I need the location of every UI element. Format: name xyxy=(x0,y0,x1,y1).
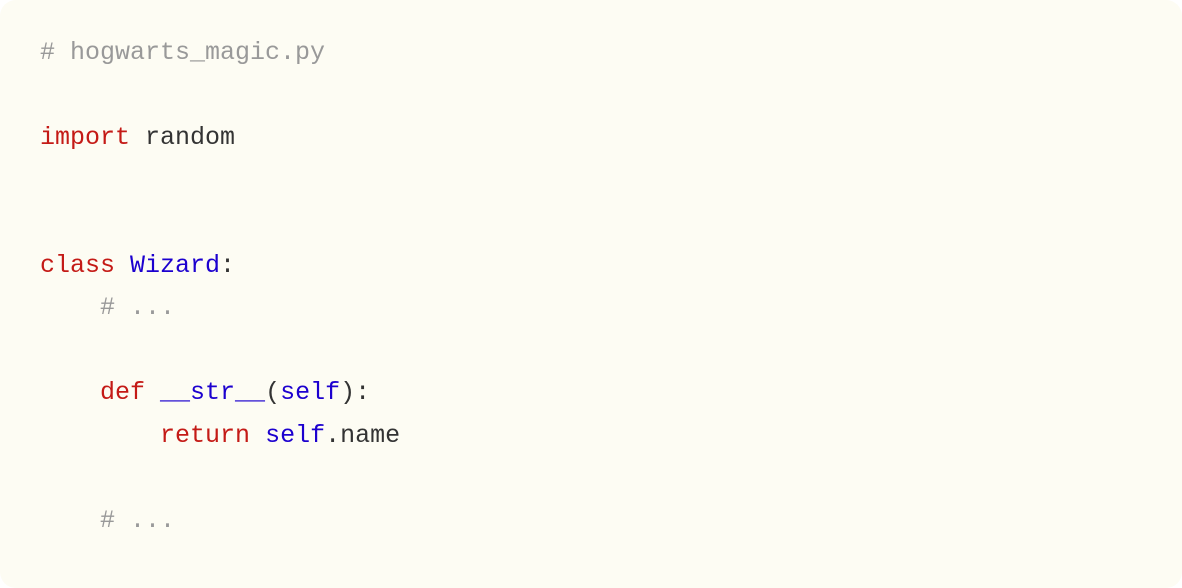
code-line-7: # ... xyxy=(40,287,1142,330)
code-line-5 xyxy=(40,202,1142,245)
code-line-12: # ... xyxy=(40,500,1142,543)
keyword-class: class xyxy=(40,251,115,280)
comment-ellipsis-2: # ... xyxy=(100,506,175,535)
code-line-11 xyxy=(40,457,1142,500)
keyword-return: return xyxy=(160,421,250,450)
code-line-9: def __str__(self): xyxy=(40,372,1142,415)
code-line-2 xyxy=(40,75,1142,118)
colon: : xyxy=(220,251,235,280)
self-param: self xyxy=(280,378,340,407)
code-line-4 xyxy=(40,160,1142,203)
code-line-3: import random xyxy=(40,117,1142,160)
attr-name: .name xyxy=(325,421,400,450)
keyword-def: def xyxy=(100,378,145,407)
code-line-10: return self.name xyxy=(40,415,1142,458)
paren-open: ( xyxy=(265,378,280,407)
class-name: Wizard xyxy=(115,251,220,280)
module-name: random xyxy=(130,123,235,152)
comment-ellipsis-1: # ... xyxy=(100,293,175,322)
keyword-import: import xyxy=(40,123,130,152)
paren-close: ): xyxy=(340,378,370,407)
code-block: # hogwarts_magic.py import random class … xyxy=(0,0,1182,588)
code-line-1: # hogwarts_magic.py xyxy=(40,32,1142,75)
comment-filename: # hogwarts_magic.py xyxy=(40,38,325,67)
code-line-6: class Wizard: xyxy=(40,245,1142,288)
code-line-8 xyxy=(40,330,1142,373)
function-name: __str__ xyxy=(145,378,265,407)
self-ref: self xyxy=(265,421,325,450)
